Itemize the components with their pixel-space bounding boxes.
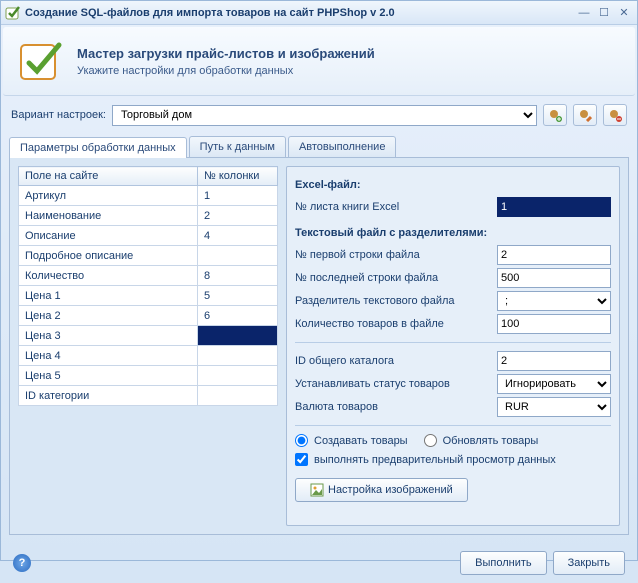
field-cell[interactable]: Цена 4 bbox=[19, 346, 198, 366]
table-row[interactable]: Цена 15 bbox=[19, 286, 278, 306]
delimiter-select[interactable]: ; bbox=[497, 291, 611, 311]
table-row[interactable]: Количество8 bbox=[19, 266, 278, 286]
update-label: Обновлять товары bbox=[443, 435, 539, 447]
col-header-field[interactable]: Поле на сайте bbox=[19, 167, 198, 186]
last-row-input[interactable] bbox=[497, 268, 611, 288]
run-button[interactable]: Выполнить bbox=[460, 551, 546, 575]
column-cell[interactable] bbox=[198, 246, 278, 266]
catalog-id-label: ID общего каталога bbox=[295, 355, 497, 367]
excel-sheet-input[interactable] bbox=[497, 197, 611, 217]
title-bar: Создание SQL-файлов для импорта товаров … bbox=[1, 1, 637, 25]
window-title: Создание SQL-файлов для импорта товаров … bbox=[25, 7, 573, 19]
catalog-id-input[interactable] bbox=[497, 351, 611, 371]
minimize-button[interactable]: — bbox=[575, 5, 593, 21]
count-input[interactable] bbox=[497, 314, 611, 334]
tab-strip: Параметры обработки данных Путь к данным… bbox=[1, 136, 637, 157]
variant-select[interactable]: Торговый дом bbox=[112, 105, 537, 126]
app-window: Создание SQL-файлов для импорта товаров … bbox=[0, 0, 638, 561]
update-radio[interactable] bbox=[424, 434, 437, 447]
column-cell[interactable] bbox=[198, 386, 278, 406]
column-cell[interactable]: 2 bbox=[198, 206, 278, 226]
app-icon bbox=[5, 5, 21, 21]
close-button[interactable]: ✕ bbox=[615, 5, 633, 21]
field-cell[interactable]: Цена 5 bbox=[19, 366, 198, 386]
wizard-icon bbox=[17, 37, 65, 85]
excel-section-title: Excel-файл: bbox=[295, 179, 611, 191]
maximize-button[interactable]: ☐ bbox=[595, 5, 613, 21]
table-row[interactable]: Описание4 bbox=[19, 226, 278, 246]
add-variant-button[interactable] bbox=[543, 104, 567, 126]
field-cell[interactable]: ID категории bbox=[19, 386, 198, 406]
column-cell[interactable]: 6 bbox=[198, 306, 278, 326]
column-cell[interactable]: 8 bbox=[198, 266, 278, 286]
first-row-label: № первой строки файла bbox=[295, 249, 497, 261]
image-icon bbox=[310, 483, 324, 497]
column-cell[interactable]: 1 bbox=[198, 186, 278, 206]
field-mapping-table[interactable]: Поле на сайте № колонки Артикул1Наименов… bbox=[18, 166, 278, 406]
table-row[interactable]: Цена 3 bbox=[19, 326, 278, 346]
table-row[interactable]: ID категории bbox=[19, 386, 278, 406]
help-button[interactable]: ? bbox=[13, 554, 31, 572]
create-radio[interactable] bbox=[295, 434, 308, 447]
variant-row: Вариант настроек: Торговый дом bbox=[1, 98, 637, 132]
column-cell[interactable]: 5 bbox=[198, 286, 278, 306]
field-cell[interactable]: Подробное описание bbox=[19, 246, 198, 266]
delimiter-label: Разделитель текстового файла bbox=[295, 295, 497, 307]
tab-params[interactable]: Параметры обработки данных bbox=[9, 137, 187, 158]
field-cell[interactable]: Цена 3 bbox=[19, 326, 198, 346]
last-row-label: № последней строки файла bbox=[295, 272, 497, 284]
gear-delete-icon bbox=[608, 108, 622, 122]
edit-variant-button[interactable] bbox=[573, 104, 597, 126]
field-cell[interactable]: Цена 2 bbox=[19, 306, 198, 326]
field-cell[interactable]: Артикул bbox=[19, 186, 198, 206]
variant-label: Вариант настроек: bbox=[11, 109, 106, 121]
preview-checkbox[interactable] bbox=[295, 453, 308, 466]
status-label: Устанавливать статус товаров bbox=[295, 378, 497, 390]
field-cell[interactable]: Наименование bbox=[19, 206, 198, 226]
table-row[interactable]: Цена 4 bbox=[19, 346, 278, 366]
delete-variant-button[interactable] bbox=[603, 104, 627, 126]
currency-select[interactable]: RUR bbox=[497, 397, 611, 417]
preview-label: выполнять предварительный просмотр данны… bbox=[314, 454, 556, 466]
close-dialog-button[interactable]: Закрыть bbox=[553, 551, 625, 575]
table-row[interactable]: Цена 5 bbox=[19, 366, 278, 386]
field-cell[interactable]: Описание bbox=[19, 226, 198, 246]
column-cell[interactable] bbox=[198, 326, 278, 346]
first-row-input[interactable] bbox=[497, 245, 611, 265]
gear-plus-icon bbox=[548, 108, 562, 122]
footer: ? Выполнить Закрыть bbox=[1, 543, 637, 583]
tab-auto[interactable]: Автовыполнение bbox=[288, 136, 397, 157]
excel-sheet-label: № листа книги Excel bbox=[295, 201, 497, 213]
table-row[interactable]: Подробное описание bbox=[19, 246, 278, 266]
column-cell[interactable] bbox=[198, 366, 278, 386]
field-cell[interactable]: Цена 1 bbox=[19, 286, 198, 306]
create-label: Создавать товары bbox=[314, 435, 408, 447]
column-cell[interactable]: 4 bbox=[198, 226, 278, 246]
header-subtitle: Укажите настройки для обработки данных bbox=[77, 65, 375, 77]
table-row[interactable]: Наименование2 bbox=[19, 206, 278, 226]
tab-path[interactable]: Путь к данным bbox=[189, 136, 286, 157]
right-panel: Excel-файл: № листа книги Excel Текстовы… bbox=[286, 166, 620, 526]
left-panel: Поле на сайте № колонки Артикул1Наименов… bbox=[18, 166, 278, 526]
wizard-header: Мастер загрузки прайс-листов и изображен… bbox=[3, 27, 635, 96]
textfile-section-title: Текстовый файл с разделителями: bbox=[295, 227, 611, 239]
header-title: Мастер загрузки прайс-листов и изображен… bbox=[77, 46, 375, 61]
col-header-num[interactable]: № колонки bbox=[198, 167, 278, 186]
gear-edit-icon bbox=[578, 108, 592, 122]
column-cell[interactable] bbox=[198, 346, 278, 366]
tab-content: Поле на сайте № колонки Артикул1Наименов… bbox=[9, 157, 629, 535]
field-cell[interactable]: Количество bbox=[19, 266, 198, 286]
table-row[interactable]: Цена 26 bbox=[19, 306, 278, 326]
table-row[interactable]: Артикул1 bbox=[19, 186, 278, 206]
image-settings-button[interactable]: Настройка изображений bbox=[295, 478, 468, 502]
status-select[interactable]: Игнорировать bbox=[497, 374, 611, 394]
currency-label: Валюта товаров bbox=[295, 401, 497, 413]
count-label: Количество товаров в файле bbox=[295, 318, 497, 330]
